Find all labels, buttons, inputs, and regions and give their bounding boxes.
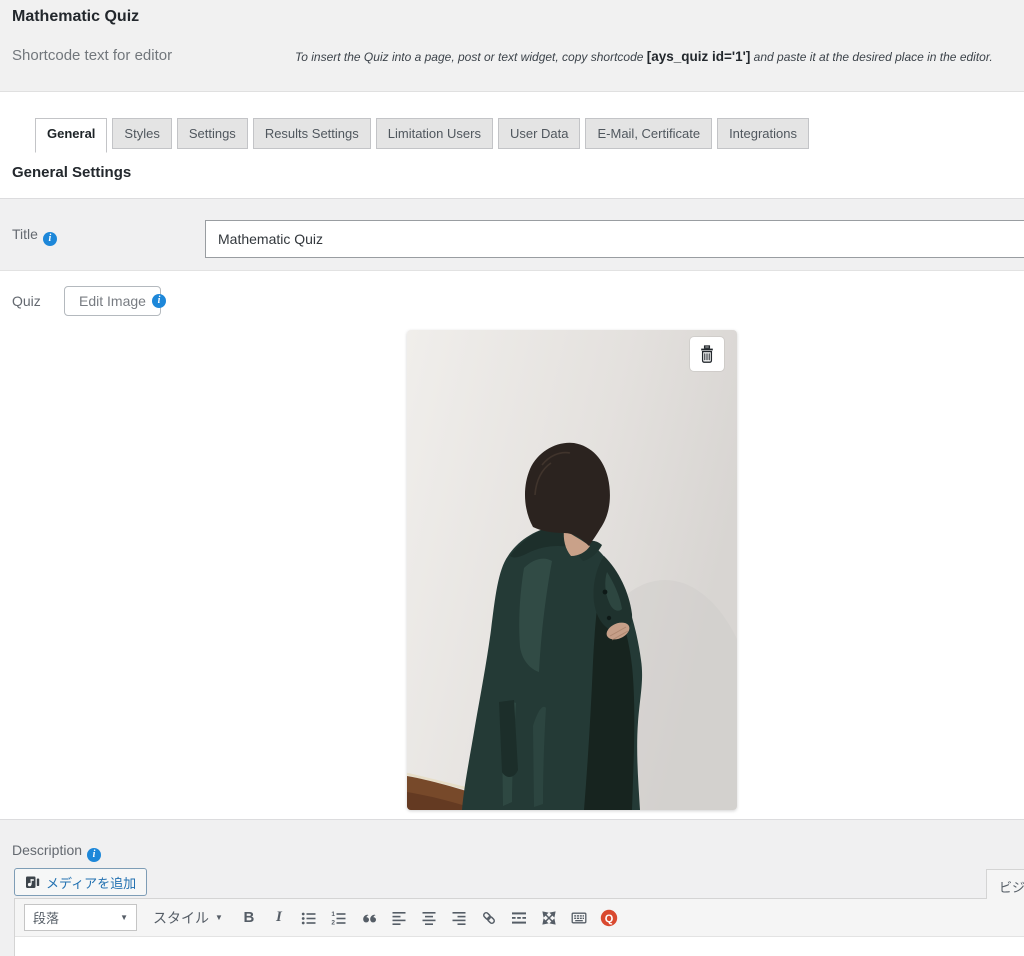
description-section: Description i メディアを追加 ビジュアル 段落 ▼ スタイル ▼ [0,819,1024,956]
bold-button[interactable]: B [237,906,261,930]
chevron-down-icon: ▼ [215,913,223,922]
paragraph-format-dropdown[interactable]: 段落 ▼ [24,904,137,931]
blockquote-button[interactable] [357,906,381,930]
quiz-image-illustration [407,330,737,810]
styles-dropdown-label: スタイル [153,909,209,926]
tab-limitation-users[interactable]: Limitation Users [375,118,493,149]
bold-icon: B [243,909,255,926]
shortcode-hint: To insert the Quiz into a page, post or … [295,49,993,64]
chevron-down-icon: ▼ [120,913,128,922]
quiz-label-text: Quiz [12,293,41,309]
add-media-label: メディアを追加 [46,875,137,891]
numbered-list-button[interactable]: 12 [327,906,351,930]
align-right-button[interactable] [447,906,471,930]
align-left-icon [392,911,406,925]
info-icon[interactable]: i [87,848,102,862]
description-label: Description i [12,842,102,862]
svg-text:1: 1 [331,911,335,918]
description-label-text: Description [12,842,83,858]
align-right-icon [452,911,466,925]
add-media-button[interactable]: メディアを追加 [14,868,148,896]
quiz-shortcode-icon: Q [600,909,618,926]
link-icon [482,911,495,924]
bullet-list-icon [301,912,316,924]
shortcode-value: [ays_quiz id='1'] [646,49,751,64]
delete-image-button[interactable] [690,337,724,371]
nav-tabs: General Styles Settings Results Settings… [35,118,809,153]
paragraph-format-value: 段落 [33,911,60,926]
title-label: Title i [12,226,57,246]
svg-text:2: 2 [331,919,335,926]
tab-styles[interactable]: Styles [112,118,172,149]
fullscreen-icon [542,910,556,925]
svg-text:Q: Q [605,912,614,924]
italic-icon: I [276,909,282,925]
page-header: Mathematic Quiz Shortcode text for edito… [0,0,1024,92]
align-center-button[interactable] [417,906,441,930]
shortcode-hint-pre: To insert the Quiz into a page, post or … [295,50,647,64]
blockquote-icon [363,914,376,922]
title-label-text: Title [12,226,38,242]
read-more-button[interactable] [507,906,531,930]
title-row: Title i [0,198,1024,271]
info-icon[interactable]: i [152,294,166,308]
quiz-maker-page: Mathematic Quiz Shortcode text for edito… [0,0,1024,956]
tab-integrations[interactable]: Integrations [717,118,809,149]
trash-icon [701,345,713,363]
shortcode-label: Shortcode text for editor [12,47,173,64]
styles-dropdown[interactable]: スタイル ▼ [153,908,223,928]
align-left-button[interactable] [387,906,411,930]
tab-results-settings[interactable]: Results Settings [252,118,371,149]
bullet-list-button[interactable] [297,906,321,930]
numbered-list-icon: 12 [331,911,346,926]
info-icon[interactable]: i [42,232,57,246]
toolbar-toggle-button[interactable] [567,906,591,930]
read-more-icon [511,911,526,924]
editor-content-area[interactable] [15,937,1024,956]
quiz-label: Quiz [12,293,41,309]
editor-tab-visual[interactable]: ビジュアル [986,869,1024,899]
quiz-row: Quiz Edit Image i [0,271,1024,819]
align-center-icon [422,911,436,925]
link-button[interactable] [477,906,501,930]
tabs-zone: General Styles Settings Results Settings… [0,92,1024,198]
editor-toolbar: 段落 ▼ スタイル ▼ B I 12 Q [15,899,1024,937]
italic-button[interactable]: I [267,906,291,930]
tab-general[interactable]: General [35,118,108,153]
tab-settings[interactable]: Settings [176,118,248,149]
description-editor: 段落 ▼ スタイル ▼ B I 12 Q [14,898,1024,956]
page-title: Mathematic Quiz [12,8,140,25]
quiz-image [407,330,737,810]
tab-user-data[interactable]: User Data [497,118,581,149]
section-heading: General Settings [12,164,132,181]
title-input[interactable] [205,220,1024,258]
edit-image-button[interactable]: Edit Image [64,286,161,316]
shortcode-hint-post: and paste it at the desired place in the… [750,50,993,64]
tab-email-certificate[interactable]: E-Mail, Certificate [585,118,713,149]
quiz-shortcode-button[interactable]: Q [597,906,621,930]
fullscreen-button[interactable] [537,906,561,930]
toolbar-toggle-icon [571,912,587,923]
media-icon [26,876,40,888]
